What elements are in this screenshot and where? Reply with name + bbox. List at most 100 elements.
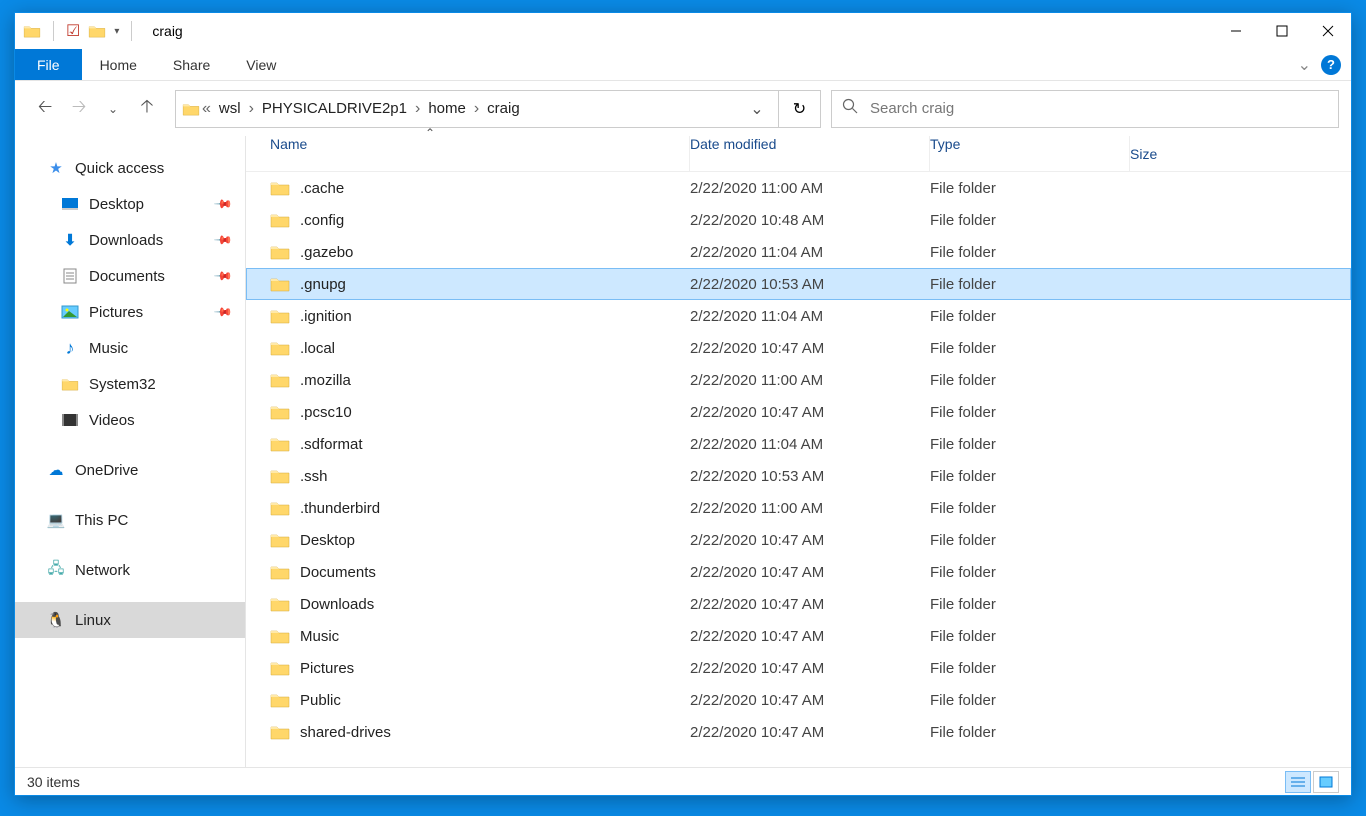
address-bar[interactable]: « wsl › PHYSICALDRIVE2p1 › home › craig … bbox=[175, 90, 779, 128]
chevron-right-icon[interactable]: › bbox=[413, 100, 422, 118]
separator bbox=[53, 21, 54, 41]
file-date: 2/22/2020 11:00 AM bbox=[690, 372, 930, 389]
help-button[interactable]: ? bbox=[1321, 55, 1341, 75]
file-name: .local bbox=[300, 340, 335, 357]
file-date: 2/22/2020 10:47 AM bbox=[690, 564, 930, 581]
sidebar-item-onedrive[interactable]: ☁ OneDrive bbox=[15, 452, 245, 488]
sidebar-item-downloads[interactable]: ⬇Downloads📌 bbox=[15, 222, 245, 258]
table-row[interactable]: .gnupg2/22/2020 10:53 AMFile folder bbox=[246, 268, 1351, 300]
pin-icon: 📌 bbox=[213, 230, 233, 250]
refresh-button[interactable]: ↻ bbox=[779, 90, 821, 128]
breadcrumb[interactable]: home bbox=[422, 100, 472, 117]
breadcrumb-sep: « bbox=[200, 100, 213, 118]
folder-icon bbox=[270, 564, 290, 580]
qat-properties-icon[interactable]: ☑ bbox=[66, 21, 80, 41]
table-row[interactable]: shared-drives2/22/2020 10:47 AMFile fold… bbox=[246, 716, 1351, 748]
sidebar-item-this-pc[interactable]: 💻 This PC bbox=[15, 502, 245, 538]
maximize-button[interactable] bbox=[1259, 13, 1305, 49]
pin-icon: 📌 bbox=[213, 194, 233, 214]
folder-icon bbox=[270, 660, 290, 676]
file-name: Public bbox=[300, 692, 341, 709]
status-bar: 30 items bbox=[15, 767, 1351, 795]
sidebar-item-music[interactable]: ♪Music bbox=[15, 330, 245, 366]
view-details-button[interactable] bbox=[1285, 771, 1311, 793]
folder-icon bbox=[270, 468, 290, 484]
chevron-right-icon[interactable]: › bbox=[472, 100, 481, 118]
file-date: 2/22/2020 10:53 AM bbox=[690, 276, 930, 293]
table-row[interactable]: Public2/22/2020 10:47 AMFile folder bbox=[246, 684, 1351, 716]
file-name: Desktop bbox=[300, 532, 355, 549]
folder-icon bbox=[270, 724, 290, 740]
separator bbox=[131, 21, 132, 41]
tab-file[interactable]: File bbox=[15, 49, 82, 80]
file-date: 2/22/2020 10:47 AM bbox=[690, 596, 930, 613]
view-thumbnails-button[interactable] bbox=[1313, 771, 1339, 793]
column-type[interactable]: Type bbox=[930, 136, 1130, 171]
breadcrumb[interactable]: craig bbox=[481, 100, 526, 117]
up-button[interactable]: 🡡 bbox=[135, 97, 159, 121]
status-item-count: 30 items bbox=[27, 774, 80, 790]
forward-button[interactable]: 🡢 bbox=[67, 97, 91, 121]
qat-dropdown-icon[interactable]: ▾ bbox=[114, 26, 119, 37]
column-name[interactable]: Name ⌃ bbox=[270, 136, 690, 171]
column-date[interactable]: Date modified bbox=[690, 136, 930, 171]
search-box[interactable] bbox=[831, 90, 1339, 128]
table-row[interactable]: .ssh2/22/2020 10:53 AMFile folder bbox=[246, 460, 1351, 492]
tab-home[interactable]: Home bbox=[82, 49, 155, 80]
table-row[interactable]: .config2/22/2020 10:48 AMFile folder bbox=[246, 204, 1351, 236]
address-history-icon[interactable]: ⌄ bbox=[742, 99, 772, 119]
folder-icon bbox=[270, 596, 290, 612]
sidebar-item-label: Desktop bbox=[89, 196, 144, 213]
sidebar-item-network[interactable]: 🖧 Network bbox=[15, 552, 245, 588]
breadcrumb[interactable]: PHYSICALDRIVE2p1 bbox=[256, 100, 413, 117]
sidebar-item-quick-access[interactable]: ★ Quick access bbox=[15, 150, 245, 186]
table-row[interactable]: Pictures2/22/2020 10:47 AMFile folder bbox=[246, 652, 1351, 684]
close-button[interactable] bbox=[1305, 13, 1351, 49]
file-rows[interactable]: .cache2/22/2020 11:00 AMFile folder.conf… bbox=[246, 172, 1351, 767]
breadcrumb[interactable]: wsl bbox=[213, 100, 247, 117]
column-size[interactable]: Size bbox=[1130, 146, 1351, 162]
folder-icon bbox=[270, 308, 290, 324]
table-row[interactable]: .ignition2/22/2020 11:04 AMFile folder bbox=[246, 300, 1351, 332]
file-type: File folder bbox=[930, 628, 1130, 645]
sidebar-item-linux[interactable]: 🐧 Linux bbox=[15, 602, 245, 638]
table-row[interactable]: Downloads2/22/2020 10:47 AMFile folder bbox=[246, 588, 1351, 620]
table-row[interactable]: .thunderbird2/22/2020 11:00 AMFile folde… bbox=[246, 492, 1351, 524]
sidebar-item-videos[interactable]: Videos bbox=[15, 402, 245, 438]
ribbon-expand-icon[interactable]: ⌄ bbox=[1298, 55, 1311, 75]
pc-icon: 💻 bbox=[47, 511, 65, 529]
sidebar-item-documents[interactable]: Documents📌 bbox=[15, 258, 245, 294]
recent-dropdown-icon[interactable]: ⌄ bbox=[101, 97, 125, 121]
table-row[interactable]: .gazebo2/22/2020 11:04 AMFile folder bbox=[246, 236, 1351, 268]
table-row[interactable]: .local2/22/2020 10:47 AMFile folder bbox=[246, 332, 1351, 364]
sidebar-item-system32[interactable]: System32 bbox=[15, 366, 245, 402]
table-row[interactable]: .mozilla2/22/2020 11:00 AMFile folder bbox=[246, 364, 1351, 396]
back-button[interactable]: 🡠 bbox=[33, 97, 57, 121]
folder-icon bbox=[270, 276, 290, 292]
documents-icon bbox=[61, 267, 79, 285]
minimize-button[interactable] bbox=[1213, 13, 1259, 49]
qat-newfolder-icon[interactable] bbox=[88, 22, 106, 40]
file-name: Music bbox=[300, 628, 339, 645]
folder-icon bbox=[270, 628, 290, 644]
file-date: 2/22/2020 10:47 AM bbox=[690, 340, 930, 357]
table-row[interactable]: .sdformat2/22/2020 11:04 AMFile folder bbox=[246, 428, 1351, 460]
chevron-right-icon[interactable]: › bbox=[247, 100, 256, 118]
penguin-icon: 🐧 bbox=[47, 611, 65, 629]
tab-view[interactable]: View bbox=[228, 49, 294, 80]
search-input[interactable] bbox=[870, 100, 1328, 117]
tab-share[interactable]: Share bbox=[155, 49, 228, 80]
file-date: 2/22/2020 10:47 AM bbox=[690, 660, 930, 677]
table-row[interactable]: .cache2/22/2020 11:00 AMFile folder bbox=[246, 172, 1351, 204]
table-row[interactable]: Music2/22/2020 10:47 AMFile folder bbox=[246, 620, 1351, 652]
folder-icon bbox=[270, 404, 290, 420]
sidebar-item-desktop[interactable]: Desktop 📌 bbox=[15, 186, 245, 222]
table-row[interactable]: Documents2/22/2020 10:47 AMFile folder bbox=[246, 556, 1351, 588]
file-name: .ssh bbox=[300, 468, 328, 485]
file-date: 2/22/2020 10:53 AM bbox=[690, 468, 930, 485]
file-name: Pictures bbox=[300, 660, 354, 677]
folder-icon bbox=[270, 180, 290, 196]
sidebar-item-pictures[interactable]: Pictures📌 bbox=[15, 294, 245, 330]
table-row[interactable]: .pcsc102/22/2020 10:47 AMFile folder bbox=[246, 396, 1351, 428]
table-row[interactable]: Desktop2/22/2020 10:47 AMFile folder bbox=[246, 524, 1351, 556]
